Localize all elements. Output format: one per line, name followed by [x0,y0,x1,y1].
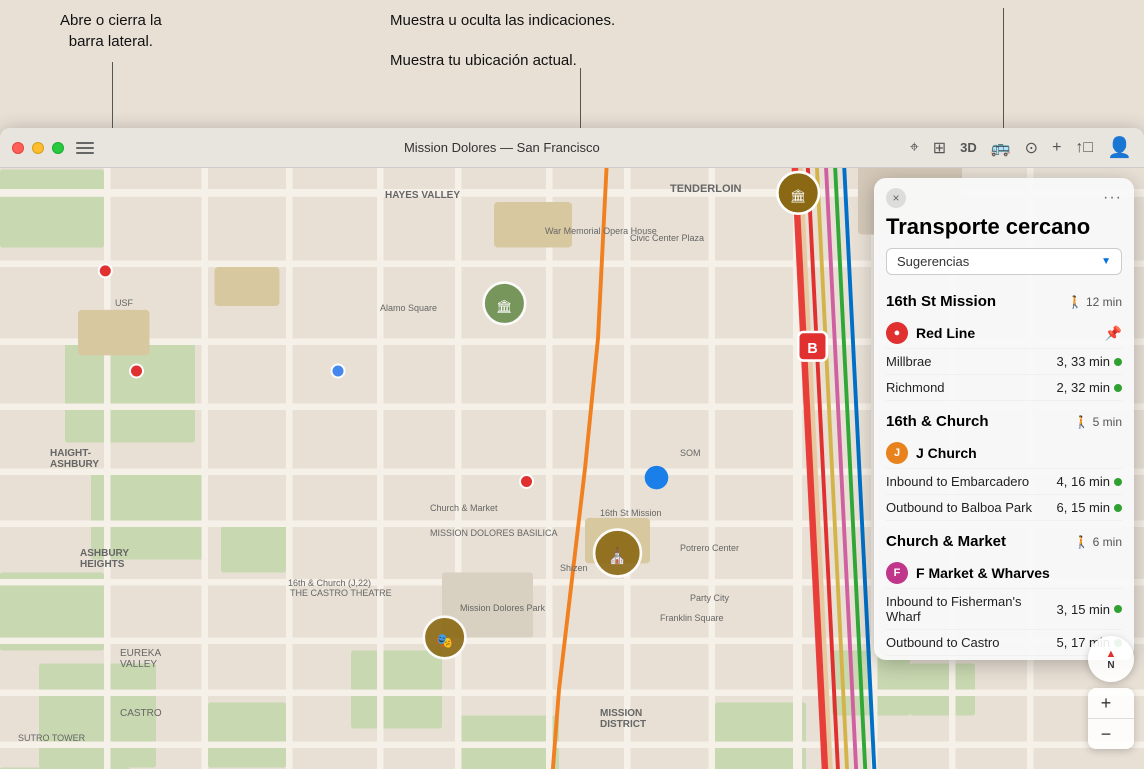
search-icon[interactable]: ⊙ [1025,138,1038,158]
section-header-church-market: Church & Market 🚶 6 min [886,533,1122,550]
titlebar: Mission Dolores — San Francisco ⌖ ⊞ 3D 🚌… [0,128,1144,168]
zoom-out-button[interactable]: − [1088,719,1124,749]
map-controls: ▲ N + − [1088,636,1134,749]
transit-row-castro[interactable]: Outbound to Castro 5, 17 min [886,630,1122,656]
panel-header: × ··· [874,178,1134,214]
destination-millbrae: Millbrae [886,354,932,369]
annotation-line-right [1003,8,1004,128]
route-row-j-church[interactable]: J J Church [886,436,1122,469]
transit-row-balboa[interactable]: Outbound to Balboa Park 6, 15 min [886,495,1122,521]
time-balboa: 6, 15 min [1057,500,1122,515]
close-button[interactable] [12,142,24,154]
transit-section-16th-mission: 16th St Mission 🚶 12 min ● Red Line 📌 Mi… [874,285,1134,405]
time-richmond: 2, 32 min [1057,380,1122,395]
route-name-red-line: Red Line [916,325,1105,341]
panel-title: Transporte cercano [874,214,1134,248]
route-row-red-line[interactable]: ● Red Line 📌 [886,316,1122,349]
route-row-f-market[interactable]: F F Market & Wharves [886,556,1122,589]
panel-close-button[interactable]: × [886,188,906,208]
svg-text:⛪: ⛪ [608,546,627,565]
transit-icon[interactable]: 🚌 [991,138,1011,158]
section-title: 16th St Mission [886,293,996,310]
realtime-indicator [1114,605,1122,613]
zoom-controls: + − [1088,688,1134,749]
section-walk-time: 🚶 12 min [1068,295,1122,309]
chevron-down-icon: ▼ [1101,256,1111,267]
section-walk-church: 🚶 5 min [1074,415,1122,429]
destination-richmond: Richmond [886,380,945,395]
route-badge-f: F [886,562,908,584]
realtime-indicator [1114,504,1122,512]
threed-button[interactable]: 3D [960,140,977,155]
panel-menu-button[interactable]: ··· [1103,189,1122,207]
minimize-button[interactable] [32,142,44,154]
realtime-indicator [1114,384,1122,392]
route-name-j-church: J Church [916,445,1122,461]
plus-icon[interactable]: + [1052,139,1061,157]
compass-widget[interactable]: ▲ N [1088,636,1134,682]
location-icon[interactable]: ⌖ [910,139,919,157]
section-title-church: 16th & Church [886,413,989,430]
traffic-lights [12,142,64,154]
transit-row-embarcadero[interactable]: Inbound to Embarcadero 4, 16 min [886,469,1122,495]
destination-fishermans: Inbound to Fisherman's Wharf [886,594,1026,624]
map-container[interactable]: B ⛪ 🎭 🏛 🏛 HAYES VALLEY HAIGHT-ASHBURY AS… [0,168,1144,769]
annotation-line-left [112,62,113,128]
annotation-center: Muestra tu ubicación actual. [390,50,577,71]
dropdown-label: Sugerencias [897,254,969,269]
share-icon[interactable]: ↑□ [1075,139,1093,157]
transit-row-richmond[interactable]: Richmond 2, 32 min [886,375,1122,401]
transit-row-fishermans[interactable]: Inbound to Fisherman's Wharf 3, 15 min [886,589,1122,630]
transit-row-millbrae[interactable]: Millbrae 3, 33 min [886,349,1122,375]
destination-castro: Outbound to Castro [886,635,999,650]
time-embarcadero: 4, 16 min [1057,474,1122,489]
transit-section-16th-church: 16th & Church 🚶 5 min J J Church Inbound… [874,405,1134,525]
transit-sidebar-panel: × ··· Transporte cercano Sugerencias ▼ 1… [874,178,1134,660]
annotation-center-top: Muestra u oculta las indicaciones. [390,10,615,31]
maximize-button[interactable] [52,142,64,154]
titlebar-actions: ⌖ ⊞ 3D 🚌 ⊙ + ↑□ 👤 [910,135,1132,160]
filter-dropdown[interactable]: Sugerencias ▼ [886,248,1122,275]
window-title: Mission Dolores — San Francisco [94,140,910,155]
layers-icon[interactable]: ⊞ [933,138,946,158]
svg-text:B: B [807,341,817,357]
compass-north: ▲ [1106,648,1117,660]
main-window: Mission Dolores — San Francisco ⌖ ⊞ 3D 🚌… [0,128,1144,769]
compass-label: N [1107,660,1114,671]
realtime-indicator [1114,358,1122,366]
sidebar-toggle-button[interactable] [76,141,94,155]
route-badge-red: ● [886,322,908,344]
avatar-icon[interactable]: 👤 [1107,135,1132,160]
section-header-16th-mission: 16th St Mission 🚶 12 min [886,293,1122,310]
section-header-16th-church: 16th & Church 🚶 5 min [886,413,1122,430]
section-title-market: Church & Market [886,533,1006,550]
route-name-f-market: F Market & Wharves [916,565,1122,581]
annotation-area: Abre o cierra la barra lateral. Muestra … [0,0,1144,128]
time-fishermans: 3, 15 min [1057,602,1122,617]
destination-embarcadero: Inbound to Embarcadero [886,474,1029,489]
section-walk-market: 🚶 6 min [1074,535,1122,549]
annotation-left: Abre o cierra la barra lateral. [60,10,162,52]
route-badge-j: J [886,442,908,464]
svg-text:🏛: 🏛 [496,299,513,314]
pin-icon: 📌 [1105,325,1122,342]
annotation-line-center [580,68,581,128]
time-millbrae: 3, 33 min [1057,354,1122,369]
svg-text:🏛: 🏛 [790,189,807,204]
svg-text:🎭: 🎭 [436,633,454,649]
destination-balboa: Outbound to Balboa Park [886,500,1032,515]
realtime-indicator [1114,478,1122,486]
zoom-in-button[interactable]: + [1088,688,1124,718]
